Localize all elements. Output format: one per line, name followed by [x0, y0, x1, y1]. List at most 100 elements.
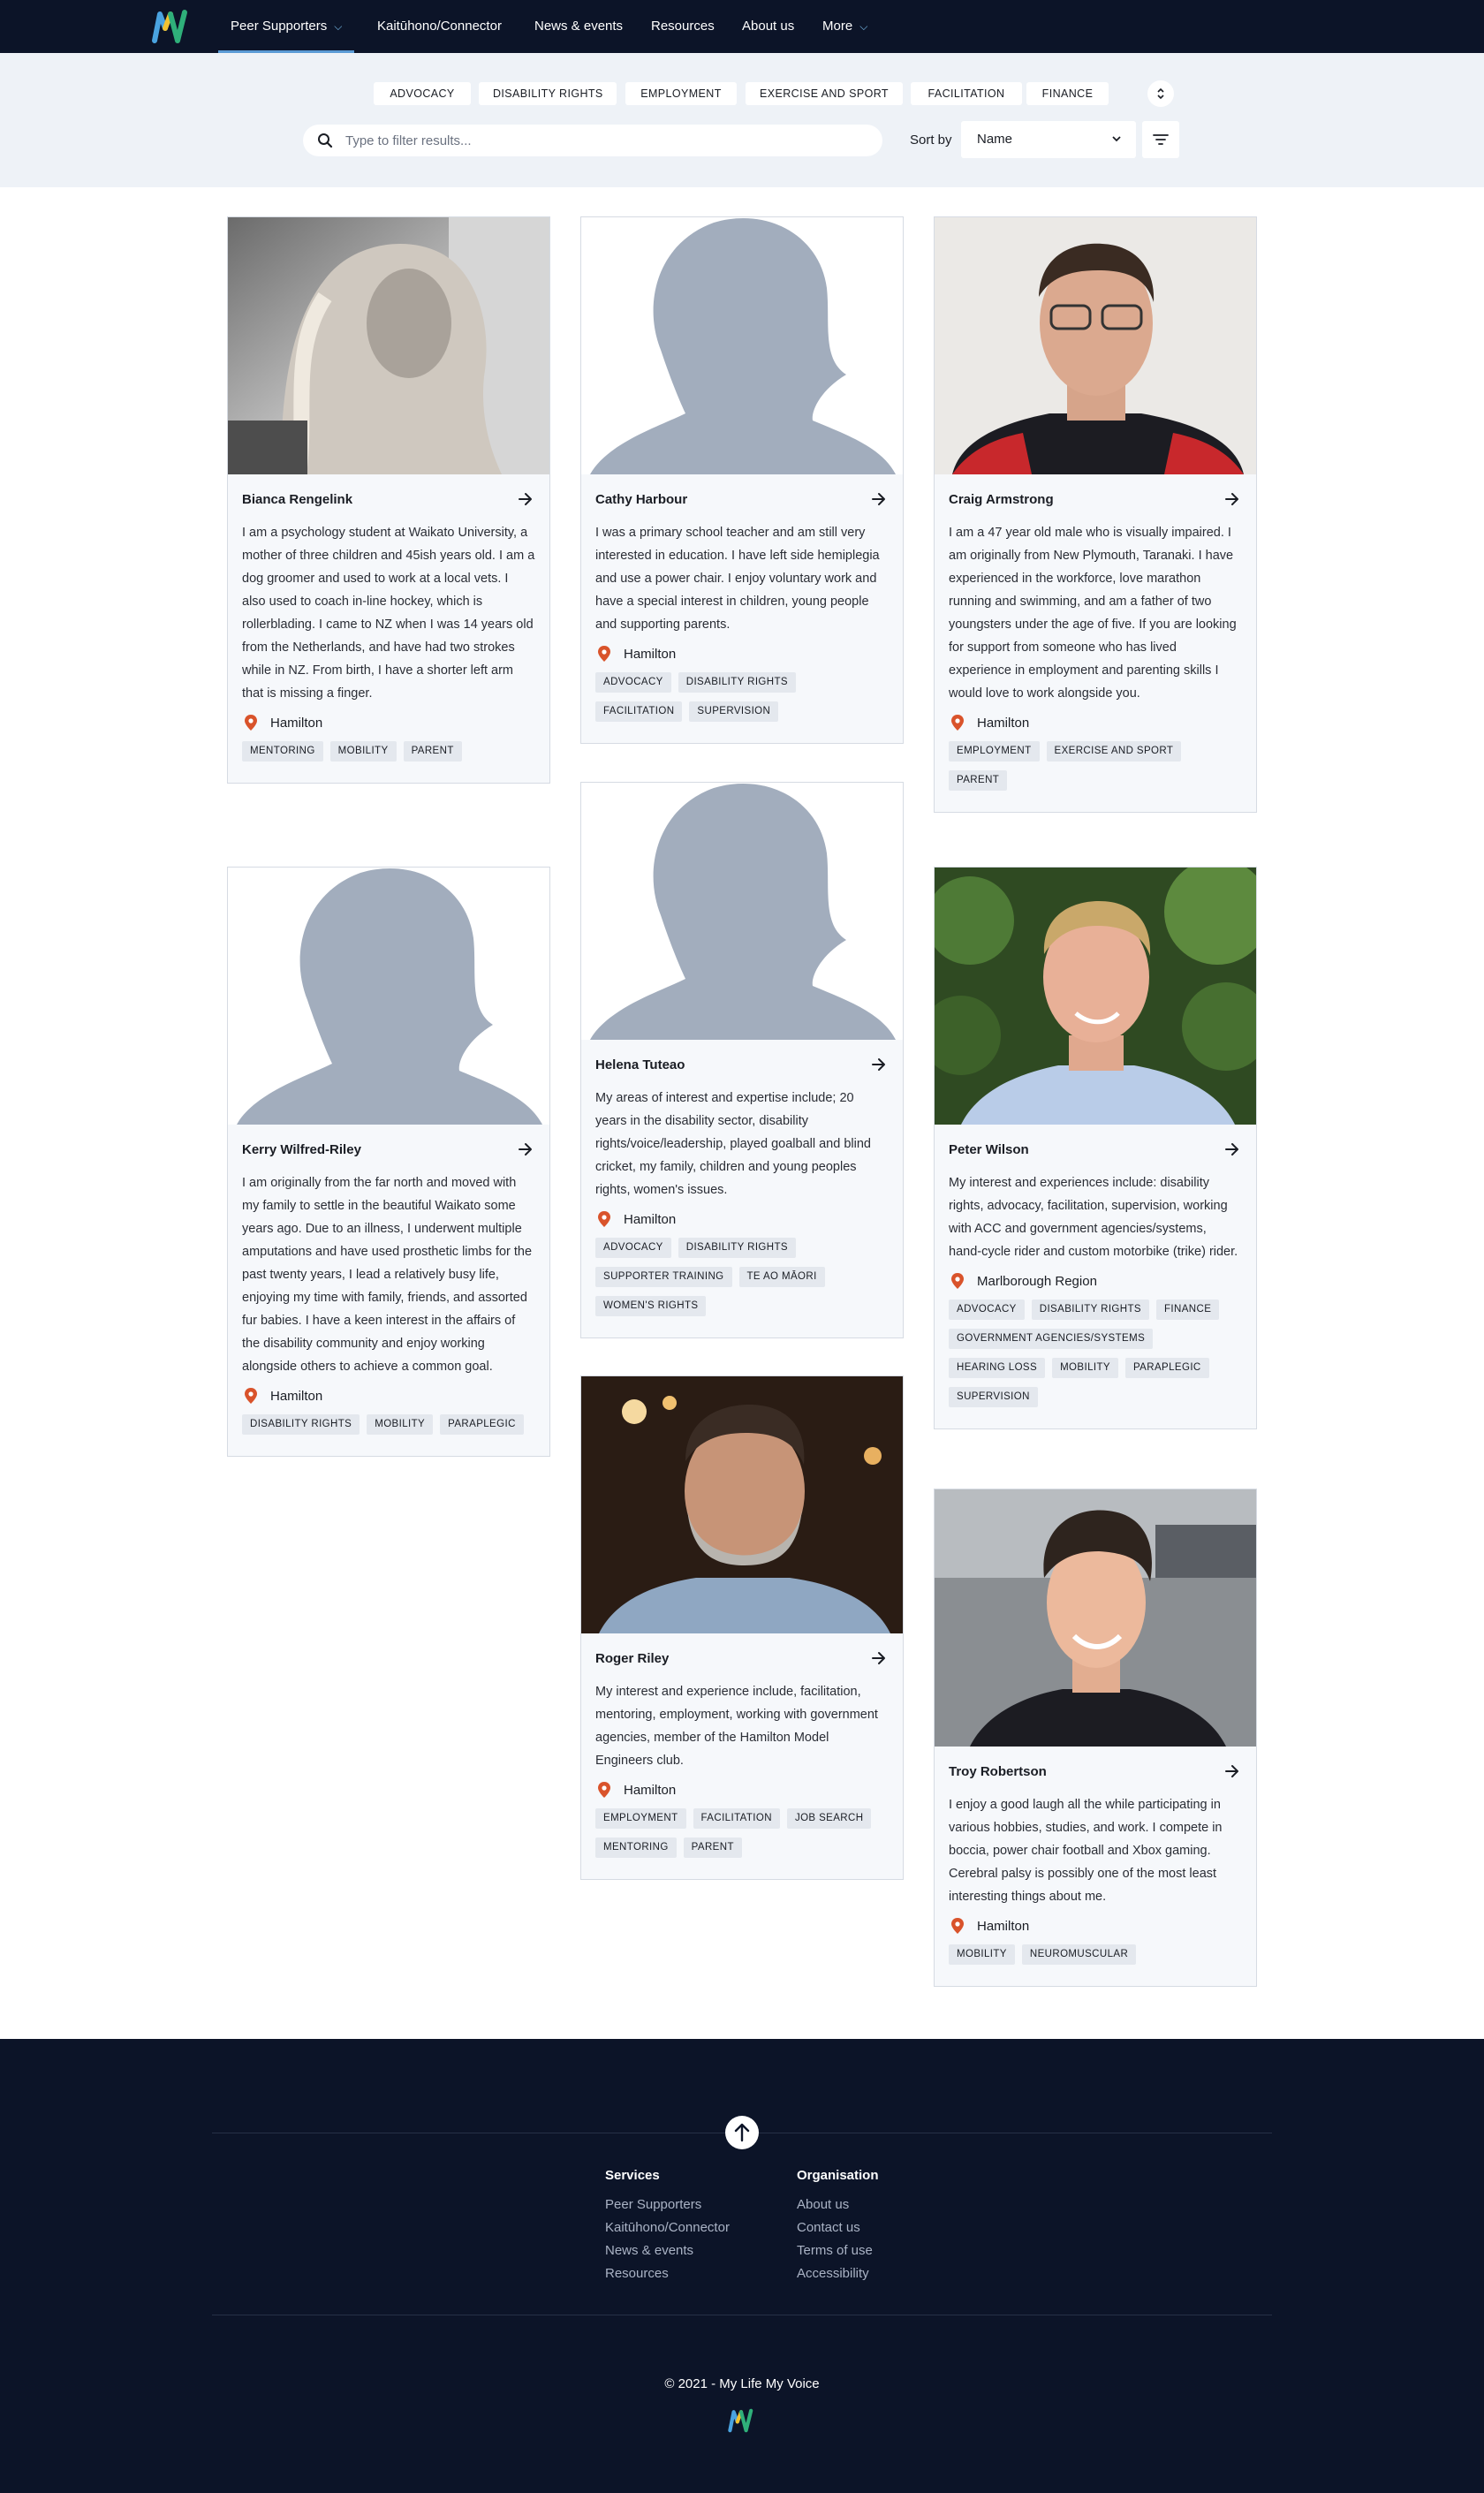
peer-tag[interactable]: MOBILITY — [949, 1944, 1015, 1965]
nav-about-us[interactable]: About us — [742, 0, 794, 53]
filter-tag-exercise-and-sport[interactable]: EXERCISE AND SPORT — [746, 82, 903, 105]
filter-tag-advocacy[interactable]: ADVOCACY — [374, 82, 471, 105]
arrow-right-icon[interactable] — [518, 1141, 534, 1157]
peer-tags: EMPLOYMENT FACILITATION JOB SEARCH MENTO… — [595, 1808, 889, 1867]
peer-tag[interactable]: EMPLOYMENT — [595, 1808, 686, 1829]
search-input[interactable] — [345, 125, 867, 156]
filter-tag-facilitation[interactable]: FACILITATION — [911, 82, 1022, 105]
peer-tag[interactable]: WOMEN'S RIGHTS — [595, 1296, 707, 1316]
arrow-right-icon[interactable] — [1224, 1141, 1240, 1157]
expand-icon[interactable] — [1147, 80, 1174, 107]
peer-tags: MOBILITY NEUROMUSCULAR — [949, 1944, 1242, 1974]
peer-location: Hamilton — [242, 1386, 535, 1406]
peer-tag[interactable]: DISABILITY RIGHTS — [1031, 1300, 1149, 1320]
peer-tag[interactable]: EXERCISE AND SPORT — [1046, 741, 1182, 762]
peer-tag[interactable]: DISABILITY RIGHTS — [678, 1238, 796, 1258]
peer-tag[interactable]: SUPERVISION — [689, 701, 779, 722]
profile-photo — [581, 1376, 903, 1633]
nav-resources[interactable]: Resources — [651, 0, 715, 53]
peer-location: Hamilton — [595, 1209, 889, 1229]
nav-connector[interactable]: Kaitūhono/Connector — [377, 0, 502, 53]
peer-name[interactable]: Troy Robertson — [949, 1764, 1047, 1779]
location-pin-icon — [949, 714, 966, 731]
peer-tag[interactable]: MOBILITY — [329, 741, 397, 762]
logo-icon[interactable] — [151, 9, 190, 44]
peer-card[interactable]: Roger Riley My interest and experience i… — [580, 1375, 904, 1880]
footer-link[interactable]: News & events — [605, 2243, 693, 2258]
peer-tag[interactable]: PARENT — [949, 770, 1008, 791]
nav-more[interactable]: More ⌵ — [822, 0, 867, 53]
peer-name[interactable]: Kerry Wilfred-Riley — [242, 1142, 361, 1157]
arrow-right-icon[interactable] — [871, 1057, 887, 1072]
peer-name[interactable]: Peter Wilson — [949, 1142, 1029, 1157]
peer-name[interactable]: Roger Riley — [595, 1651, 669, 1666]
peer-tag[interactable]: PARENT — [403, 741, 462, 762]
footer-link[interactable]: About us — [797, 2197, 849, 2212]
location-text: Hamilton — [624, 1211, 677, 1227]
arrow-right-icon[interactable] — [1224, 491, 1240, 507]
peer-tag[interactable]: ADVOCACY — [595, 672, 671, 693]
nav-peer-supporters[interactable]: Peer Supporters ⌵ — [218, 0, 355, 53]
peer-tag[interactable]: PARENT — [683, 1838, 742, 1858]
peer-card[interactable]: Troy Robertson I enjoy a good laugh all … — [934, 1489, 1257, 1987]
peer-name[interactable]: Helena Tuteao — [595, 1057, 685, 1072]
footer-link[interactable]: Kaitūhono/Connector — [605, 2220, 730, 2235]
peer-tag[interactable]: FINANCE — [1155, 1300, 1220, 1320]
peer-tag[interactable]: PARAPLEGIC — [440, 1414, 524, 1435]
peer-tag[interactable]: MENTORING — [242, 741, 323, 762]
peer-card[interactable]: Bianca Rengelink I am a psychology stude… — [227, 216, 550, 784]
peer-tag[interactable]: MENTORING — [595, 1838, 677, 1858]
peer-tag[interactable]: MOBILITY — [367, 1414, 434, 1435]
peer-tag[interactable]: JOB SEARCH — [786, 1808, 872, 1829]
peer-tag[interactable]: SUPERVISION — [949, 1387, 1038, 1407]
filter-tag-employment[interactable]: EMPLOYMENT — [625, 82, 737, 105]
filter-icon[interactable] — [1142, 121, 1179, 158]
arrow-up-icon[interactable] — [725, 2116, 759, 2149]
peer-tag[interactable]: HEARING LOSS — [949, 1358, 1046, 1378]
footer-link[interactable]: Terms of use — [797, 2243, 873, 2258]
arrow-right-icon[interactable] — [518, 491, 534, 507]
location-pin-icon — [242, 1387, 260, 1405]
peer-card[interactable]: Peter Wilson My interest and experiences… — [934, 867, 1257, 1429]
arrow-right-icon[interactable] — [871, 491, 887, 507]
peer-card[interactable]: Cathy Harbour I was a primary school tea… — [580, 216, 904, 744]
peer-tag[interactable]: FACILITATION — [595, 701, 683, 722]
peer-tag[interactable]: DISABILITY RIGHTS — [242, 1414, 360, 1435]
nav-news-events[interactable]: News & events — [534, 0, 623, 53]
peer-bio: I was a primary school teacher and am st… — [595, 526, 880, 632]
peer-tag[interactable]: TE AO MĀORI — [738, 1267, 825, 1287]
footer-link[interactable]: Peer Supporters — [605, 2197, 701, 2212]
peer-tag[interactable]: DISABILITY RIGHTS — [678, 672, 796, 693]
arrow-right-icon[interactable] — [871, 1650, 887, 1666]
filter-tag-disability-rights[interactable]: DISABILITY RIGHTS — [479, 82, 617, 105]
peer-tag[interactable]: MOBILITY — [1052, 1358, 1118, 1378]
peer-name[interactable]: Cathy Harbour — [595, 492, 687, 507]
peer-tag[interactable]: PARAPLEGIC — [1124, 1358, 1209, 1378]
peer-tag[interactable]: FACILITATION — [693, 1808, 780, 1829]
peer-tag[interactable]: SUPPORTER TRAINING — [595, 1267, 732, 1287]
peer-tag[interactable]: ADVOCACY — [949, 1300, 1025, 1320]
peer-bio: I am originally from the far north and m… — [242, 1176, 533, 1374]
footer-organisation-title: Organisation — [797, 2168, 879, 2183]
peer-tag[interactable]: GOVERNMENT AGENCIES/SYSTEMS — [949, 1329, 1154, 1349]
peer-card[interactable]: Kerry Wilfred-Riley I am originally from… — [227, 867, 550, 1457]
peer-tag[interactable]: ADVOCACY — [595, 1238, 671, 1258]
filter-tag-finance[interactable]: FINANCE — [1026, 82, 1109, 105]
peer-location: Hamilton — [949, 713, 1242, 732]
chevron-down-icon: ⌵ — [334, 20, 343, 34]
peer-name[interactable]: Bianca Rengelink — [242, 492, 352, 507]
logo-icon[interactable] — [727, 2408, 755, 2433]
sort-select[interactable]: Name — [961, 121, 1136, 158]
peer-card[interactable]: Helena Tuteao My areas of interest and e… — [580, 782, 904, 1338]
arrow-right-icon[interactable] — [1224, 1763, 1240, 1779]
footer-link[interactable]: Contact us — [797, 2220, 860, 2235]
peer-name[interactable]: Craig Armstrong — [949, 492, 1054, 507]
peer-tag[interactable]: EMPLOYMENT — [949, 741, 1040, 762]
peer-card[interactable]: Craig Armstrong I am a 47 year old male … — [934, 216, 1257, 813]
footer-link[interactable]: Accessibility — [797, 2266, 869, 2281]
footer-link[interactable]: Resources — [605, 2266, 669, 2281]
peer-tag[interactable]: NEUROMUSCULAR — [1021, 1944, 1137, 1965]
peer-bio: My interest and experience include, faci… — [595, 1685, 878, 1768]
sort-label: Sort by — [910, 133, 952, 148]
location-text: Hamilton — [270, 715, 323, 731]
